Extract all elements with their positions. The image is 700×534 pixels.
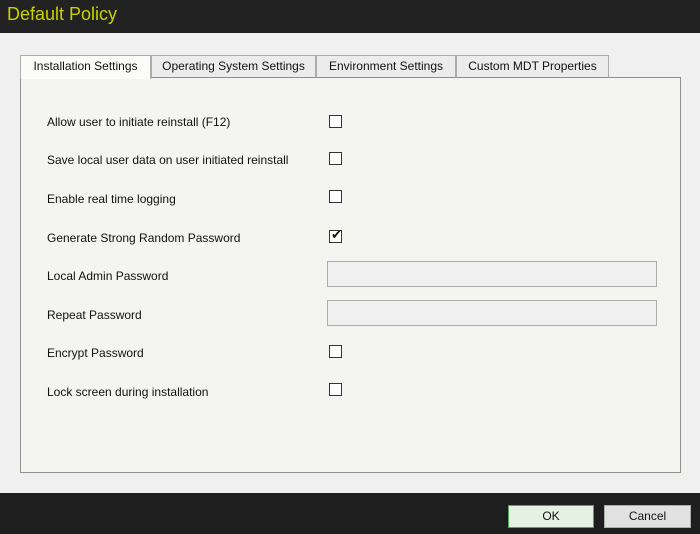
lock-screen-label: Lock screen during installation (47, 385, 209, 399)
repeat-password-field[interactable] (327, 300, 657, 326)
realtime-logging-checkbox[interactable] (329, 190, 342, 203)
encrypt-password-label: Encrypt Password (47, 346, 144, 360)
allow-reinstall-checkbox[interactable] (329, 115, 342, 128)
strong-password-label: Generate Strong Random Password (47, 231, 241, 245)
tab-custom-mdt-properties[interactable]: Custom MDT Properties (456, 55, 609, 78)
lock-screen-checkbox[interactable] (329, 383, 342, 396)
installation-settings-panel: Allow user to initiate reinstall (F12) S… (20, 77, 681, 473)
strong-password-checkbox[interactable]: ✔ (329, 228, 342, 243)
allow-reinstall-label: Allow user to initiate reinstall (F12) (47, 115, 231, 129)
realtime-logging-label: Enable real time logging (47, 192, 176, 206)
ok-button[interactable]: OK (508, 505, 594, 528)
repeat-password-label: Repeat Password (47, 308, 142, 322)
save-local-data-label: Save local user data on user initiated r… (47, 153, 289, 167)
save-local-data-checkbox[interactable] (329, 152, 342, 165)
tab-installation-settings[interactable]: Installation Settings (20, 55, 151, 79)
tab-operating-system-settings[interactable]: Operating System Settings (151, 55, 316, 78)
button-bar: OK Cancel (0, 493, 700, 534)
title-bar: Default Policy (0, 0, 700, 33)
dialog-content: Installation Settings Operating System S… (0, 33, 700, 493)
window-title: Default Policy (7, 4, 118, 24)
admin-password-label: Local Admin Password (47, 269, 169, 283)
tab-environment-settings[interactable]: Environment Settings (316, 55, 456, 78)
encrypt-password-checkbox[interactable] (329, 345, 342, 358)
cancel-button[interactable]: Cancel (604, 505, 691, 528)
checkmark-icon: ✔ (331, 228, 342, 243)
admin-password-field[interactable] (327, 261, 657, 287)
